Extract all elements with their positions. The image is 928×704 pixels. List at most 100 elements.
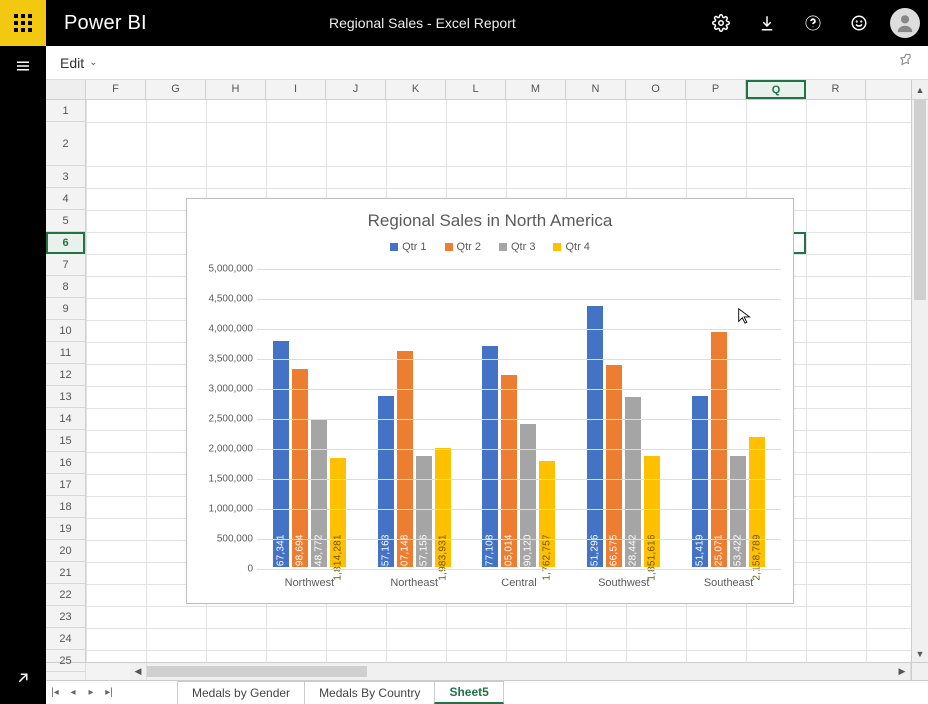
- row-header[interactable]: 16: [46, 452, 85, 474]
- tab-nav-prev[interactable]: ◂: [64, 681, 82, 704]
- bar[interactable]: 1,762,757: [539, 461, 555, 567]
- brand-label: Power BI: [64, 12, 147, 35]
- row-header[interactable]: 12: [46, 364, 85, 386]
- help-button[interactable]: [790, 0, 836, 46]
- chart-object[interactable]: Regional Sales in North America Qtr 1Qtr…: [186, 198, 794, 604]
- column-header[interactable]: L: [446, 80, 506, 99]
- row-header[interactable]: 6: [46, 232, 85, 254]
- row-header[interactable]: 1: [46, 100, 85, 122]
- legend-item: Qtr 3: [499, 241, 535, 253]
- row-header[interactable]: 15: [46, 430, 85, 452]
- download-button[interactable]: [744, 0, 790, 46]
- settings-button[interactable]: [698, 0, 744, 46]
- scroll-up-arrow[interactable]: ▲: [911, 80, 928, 99]
- horizontal-scrollbar[interactable]: ◀ ▶: [46, 662, 928, 680]
- expand-button[interactable]: [0, 658, 46, 698]
- hscroll-thumb[interactable]: [147, 666, 367, 677]
- row-header[interactable]: 3: [46, 166, 85, 188]
- sheet-tab[interactable]: Sheet5: [434, 681, 503, 704]
- hamburger-icon: [14, 57, 32, 75]
- row-header[interactable]: 7: [46, 254, 85, 276]
- x-axis-label: Southwest: [571, 577, 676, 589]
- column-header[interactable]: H: [206, 80, 266, 99]
- sheet-tab[interactable]: Medals by Gender: [177, 681, 305, 704]
- x-axis-label: Northeast: [362, 577, 467, 589]
- chevron-down-icon: ⌄: [89, 57, 97, 68]
- row-header[interactable]: 22: [46, 584, 85, 606]
- row-header[interactable]: 5: [46, 210, 85, 232]
- bar[interactable]: 1,857,156: [416, 456, 432, 567]
- feedback-button[interactable]: [836, 0, 882, 46]
- row-header[interactable]: 4: [46, 188, 85, 210]
- sheet-tab[interactable]: Medals By Country: [304, 681, 435, 704]
- column-header[interactable]: P: [686, 80, 746, 99]
- gear-icon: [712, 14, 730, 32]
- row-header[interactable]: 9: [46, 298, 85, 320]
- row-header[interactable]: 24: [46, 628, 85, 650]
- row-header[interactable]: 19: [46, 518, 85, 540]
- row-header-column: 1234567891011121314151617181920212223242…: [46, 100, 86, 662]
- vscroll-thumb[interactable]: [914, 100, 926, 300]
- row-header[interactable]: 18: [46, 496, 85, 518]
- bar[interactable]: 2,390,120: [520, 424, 536, 567]
- column-header[interactable]: F: [86, 80, 146, 99]
- app-launcher-icon[interactable]: [0, 0, 46, 46]
- x-axis-label: Central: [467, 577, 572, 589]
- column-header[interactable]: Q: [746, 80, 806, 99]
- row-header[interactable]: 23: [46, 606, 85, 628]
- column-header[interactable]: R: [806, 80, 866, 99]
- bar[interactable]: 2,448,772: [311, 420, 327, 567]
- edit-toolbar: Edit ⌄: [46, 46, 928, 80]
- bar[interactable]: 2,828,442: [625, 397, 641, 567]
- bar[interactable]: 1,983,931: [435, 448, 451, 567]
- vertical-scrollbar[interactable]: ▼: [911, 100, 928, 662]
- bar[interactable]: 2,851,419: [692, 396, 708, 567]
- row-header[interactable]: 11: [46, 342, 85, 364]
- nav-menu-button[interactable]: [0, 46, 46, 86]
- row-header[interactable]: 2: [46, 122, 85, 166]
- column-header[interactable]: G: [146, 80, 206, 99]
- bar-group: 2,851,4193,925,0711,853,4222,158,789: [676, 269, 781, 567]
- bar[interactable]: 3,677,108: [482, 346, 498, 567]
- row-header[interactable]: 13: [46, 386, 85, 408]
- scroll-down-arrow[interactable]: ▼: [912, 645, 928, 662]
- bar[interactable]: 1,814,281: [330, 458, 346, 567]
- tab-nav-last[interactable]: ▸|: [100, 681, 118, 704]
- bar[interactable]: 3,607,148: [397, 351, 413, 567]
- tab-nav-next[interactable]: ▸: [82, 681, 100, 704]
- bar[interactable]: 3,298,694: [292, 369, 308, 567]
- smile-icon: [850, 14, 868, 32]
- row-header[interactable]: 17: [46, 474, 85, 496]
- select-all-corner[interactable]: [46, 80, 86, 99]
- bar[interactable]: 4,351,296: [587, 306, 603, 567]
- x-axis-label: Northwest: [257, 577, 362, 589]
- bar[interactable]: 3,366,575: [606, 365, 622, 567]
- column-header[interactable]: K: [386, 80, 446, 99]
- column-header[interactable]: N: [566, 80, 626, 99]
- hscroll-right-arrow[interactable]: ▶: [894, 663, 911, 680]
- spreadsheet-grid[interactable]: Regional Sales in North America Qtr 1Qtr…: [86, 100, 911, 662]
- row-header[interactable]: 8: [46, 276, 85, 298]
- row-header[interactable]: 20: [46, 540, 85, 562]
- edit-menu-button[interactable]: Edit ⌄: [60, 55, 98, 71]
- hscroll-left-arrow[interactable]: ◀: [130, 663, 147, 680]
- bar[interactable]: 2,857,163: [378, 396, 394, 567]
- row-header[interactable]: 21: [46, 562, 85, 584]
- column-header[interactable]: M: [506, 80, 566, 99]
- row-header[interactable]: 10: [46, 320, 85, 342]
- bar[interactable]: 1,853,422: [730, 456, 746, 567]
- column-header[interactable]: O: [626, 80, 686, 99]
- user-avatar[interactable]: [890, 8, 920, 38]
- column-header[interactable]: J: [326, 80, 386, 99]
- bar[interactable]: 2,158,789: [749, 437, 765, 567]
- legend-item: Qtr 4: [553, 241, 589, 253]
- bar-group: 3,677,1083,205,0142,390,1201,762,757: [467, 269, 572, 567]
- bar[interactable]: 1,851,616: [644, 456, 660, 567]
- sheet-tabstrip: |◂ ◂ ▸ ▸| Medals by GenderMedals By Coun…: [46, 680, 928, 704]
- row-header[interactable]: 25: [46, 650, 85, 672]
- row-header[interactable]: 14: [46, 408, 85, 430]
- column-header[interactable]: I: [266, 80, 326, 99]
- bar[interactable]: 3,767,341: [273, 341, 289, 567]
- pin-button[interactable]: [898, 52, 914, 73]
- tab-nav-first[interactable]: |◂: [46, 681, 64, 704]
